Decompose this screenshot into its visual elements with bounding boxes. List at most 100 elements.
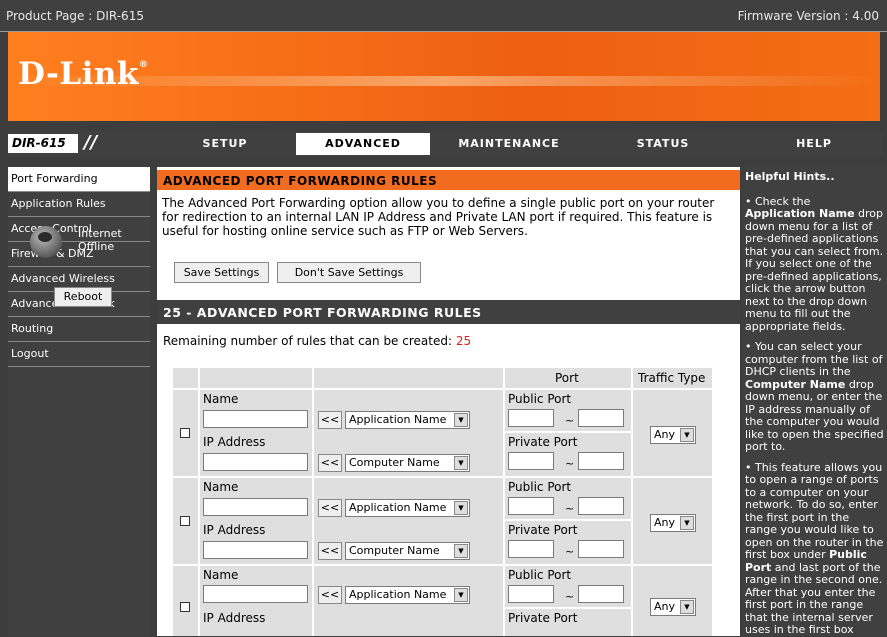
rule-1-enable-checkbox[interactable] [180,428,190,438]
model-slashes: // [84,132,98,153]
chevron-down-icon: ▼ [454,544,468,558]
remaining-rules: Remaining number of rules that can be cr… [163,334,471,348]
rule-2-name-input[interactable] [203,498,308,516]
reboot-button[interactable]: Reboot [54,287,112,307]
header-cell-name [200,368,312,388]
rule-2-private-port-end[interactable] [578,540,624,558]
help-title: Helpful Hints.. [745,170,835,183]
rule-2-ip-input[interactable] [203,541,308,559]
help-tip2-b: Computer Name [745,377,846,391]
rule-2-computer-arrow-button[interactable]: << [318,542,342,560]
rule-row-3-check-cell [173,566,198,636]
rule-1-private-tilde: ~ [565,457,575,470]
help-tip1-c: drop down menu for a list of pre-defined… [745,207,884,333]
sidebar-item-routing[interactable]: Routing [8,317,150,342]
sidebar-item-application-rules[interactable]: Application Rules [8,192,150,217]
rule-2-public-port-start[interactable] [508,497,554,515]
rule-1-private-port-start[interactable] [508,452,554,470]
rule-3-app-arrow-button[interactable]: << [318,586,342,604]
rule-3-traffic-value: Any [654,600,676,613]
internet-label: Internet [78,227,122,240]
tab-advanced[interactable]: ADVANCED [296,133,430,155]
rule-3-public-port-start[interactable] [508,585,554,603]
sidebar-item-port-forwarding[interactable]: Port Forwarding [8,167,150,192]
rule-2-traffic-value: Any [654,516,676,529]
chevron-down-icon: ▼ [454,501,468,515]
tab-maintenance[interactable]: MAINTENANCE [434,133,584,155]
rule-2-app-arrow-button[interactable]: << [318,499,342,517]
brand-banner: D-Link® [8,32,880,121]
rule-3-traffic-select[interactable]: Any ▼ [650,598,696,616]
rule-1-public-port-label: Public Port [508,392,572,406]
rule-2-public-port-end[interactable] [578,497,624,515]
chevron-down-icon: ▼ [680,600,694,614]
rule-1-computer-select[interactable]: Computer Name ▼ [345,454,470,472]
rule-3-enable-checkbox[interactable] [180,602,190,612]
rule-1-public-port-end[interactable] [578,409,624,427]
rule-2-computer-select[interactable]: Computer Name ▼ [345,542,470,560]
tab-help[interactable]: HELP [745,133,883,155]
tab-status[interactable]: STATUS [588,133,738,155]
model-badge: DIR-615 // [8,131,150,157]
rule-3-public-tilde: ~ [565,590,575,603]
help-panel: Helpful Hints.. • Check the Application … [742,167,887,636]
rule-2-application-select[interactable]: Application Name ▼ [345,499,470,517]
rule-1-public-port-start[interactable] [508,409,554,427]
rule-3-public-port-label: Public Port [508,568,572,582]
rule-2-computer-value: Computer Name [349,544,440,557]
rule-1-ip-label: IP Address [203,435,266,449]
rule-1-name-input[interactable] [203,410,308,428]
remaining-count: 25 [455,334,472,348]
rule-1-application-select[interactable]: Application Name ▼ [345,411,470,429]
dlink-logo: D-Link® [18,56,148,92]
rule-2-public-port-label: Public Port [508,480,572,494]
model-name: DIR-615 [8,134,78,153]
globe-icon [30,226,62,258]
rule-1-computer-value: Computer Name [349,456,440,469]
rule-1-private-port-end[interactable] [578,452,624,470]
rule-1-app-arrow-button[interactable]: << [318,411,342,429]
registered-mark: ® [138,60,149,70]
product-page-label: Product Page : DIR-615 [6,9,144,23]
help-tip2-a: • You can select your computer from the … [745,340,883,378]
rule-3-name-label: Name [203,568,239,582]
help-tip3-a: • This feature allows you to open a rang… [745,460,884,561]
chevron-down-icon: ▼ [680,516,694,530]
save-settings-button[interactable]: Save Settings [174,262,269,283]
internet-state: Offline [78,240,115,253]
tab-setup[interactable]: SETUP [158,133,292,155]
top-bar: Product Page : DIR-615 Firmware Version … [0,0,887,32]
rule-2-public-tilde: ~ [565,502,575,515]
column-traffic-type: Traffic Type [638,371,706,385]
rule-1-ip-input[interactable] [203,453,308,471]
rule-3-public-port-end[interactable] [578,585,624,603]
rule-3-application-select[interactable]: Application Name ▼ [345,586,470,604]
section-title: ADVANCED PORT FORWARDING RULES [157,170,740,190]
dont-save-settings-button[interactable]: Don't Save Settings [277,262,421,283]
rule-1-computer-arrow-button[interactable]: << [318,454,342,472]
header-cell-select [314,368,503,388]
rules-section-title: 25 - ADVANCED PORT FORWARDING RULES [157,300,740,324]
chevron-down-icon: ▼ [454,413,468,427]
rule-2-traffic-select[interactable]: Any ▼ [650,514,696,532]
firmware-version-label: Firmware Version : 4.00 [737,9,879,23]
rule-1-traffic-select[interactable]: Any ▼ [650,426,696,444]
sidebar-item-logout[interactable]: Logout [8,342,150,367]
help-tip-computer: • You can select your computer from the … [745,340,884,454]
help-tip-range: • This feature allows you to open a rang… [745,460,884,637]
rule-1-public-tilde: ~ [565,414,575,427]
rule-3-name-input[interactable] [203,585,308,603]
rule-2-application-value: Application Name [349,501,447,514]
rule-2-ip-label: IP Address [203,523,266,537]
chevron-down-icon: ▼ [454,588,468,602]
rule-2-private-port-start[interactable] [508,540,554,558]
header-cell-check [173,368,198,388]
left-border [0,32,8,636]
rule-1-application-value: Application Name [349,413,447,426]
remaining-label: Remaining number of rules that can be cr… [163,334,453,348]
rule-2-private-port-label: Private Port [508,523,578,537]
rule-1-traffic-value: Any [654,428,676,441]
internet-status: Internet Offline [78,227,122,253]
rule-2-name-label: Name [203,480,239,494]
rule-2-enable-checkbox[interactable] [180,516,190,526]
